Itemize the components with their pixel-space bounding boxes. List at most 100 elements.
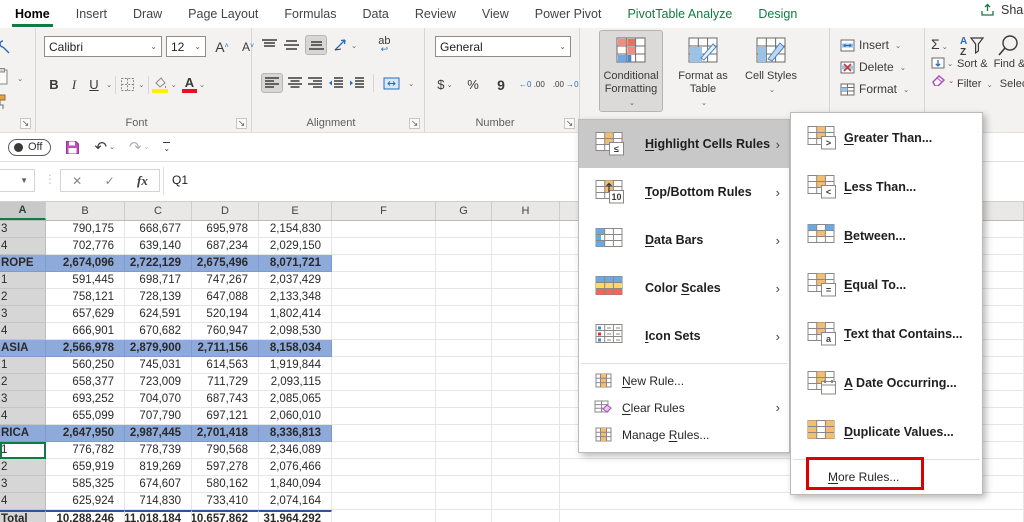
borders-chevron[interactable]: ⌄ — [138, 80, 144, 89]
empty-cell[interactable] — [492, 272, 560, 289]
empty-cell[interactable] — [332, 340, 436, 357]
data-cell[interactable]: 670,682 — [125, 323, 192, 340]
menu-item-less-than[interactable]: < Less Than... — [791, 162, 982, 211]
row-label-cell[interactable]: 2 — [0, 459, 46, 476]
data-cell[interactable]: 639,140 — [125, 238, 192, 255]
data-cell[interactable]: 687,743 — [192, 391, 259, 408]
number-format-combo[interactable]: General ⌄ — [435, 36, 571, 57]
column-header-F[interactable]: F — [332, 202, 436, 220]
empty-cell[interactable] — [332, 510, 436, 522]
data-cell[interactable]: 723,009 — [125, 374, 192, 391]
column-header-D[interactable]: D — [192, 202, 259, 220]
empty-cell[interactable] — [332, 476, 436, 493]
menu-item-equal-to[interactable]: = Equal To... — [791, 260, 982, 309]
increase-indent-icon[interactable] — [349, 77, 364, 89]
empty-cell[interactable] — [436, 476, 492, 493]
menu-item-color-scales[interactable]: Color Scales › — [579, 264, 789, 312]
clear-button[interactable]: ⌄ — [931, 74, 954, 86]
merge-center-icon[interactable] — [383, 77, 400, 90]
share-button[interactable]: Share — [980, 3, 1024, 17]
underline-chevron[interactable]: ⌄ — [106, 80, 112, 89]
row-label-cell[interactable]: 3 — [0, 391, 46, 408]
empty-cell[interactable] — [436, 255, 492, 272]
autosave-toggle[interactable]: Off — [8, 138, 52, 156]
redo-button[interactable]: ↷ ⌄ — [129, 138, 149, 156]
find-select-button[interactable]: Find & — [994, 34, 1024, 71]
data-cell[interactable]: 733,410 — [192, 493, 259, 510]
data-cell[interactable]: 698,717 — [125, 272, 192, 289]
row-label-cell[interactable]: ASIA — [0, 340, 46, 357]
data-cell[interactable]: 711,729 — [192, 374, 259, 391]
data-cell[interactable]: 8,336,813 — [259, 425, 332, 442]
empty-cell[interactable] — [436, 357, 492, 374]
data-cell[interactable]: 2,674,096 — [46, 255, 125, 272]
data-cell[interactable]: 674,607 — [125, 476, 192, 493]
data-cell[interactable]: 2,154,830 — [259, 221, 332, 238]
customize-qat-button[interactable]: ⌄ — [163, 141, 171, 153]
data-cell[interactable]: 11,018,184 — [125, 510, 192, 522]
empty-cell[interactable] — [436, 510, 492, 522]
empty-cell[interactable] — [436, 459, 492, 476]
paste-dropdown-chevron[interactable]: ⌄ — [17, 74, 23, 83]
data-cell[interactable]: 2,076,466 — [259, 459, 332, 476]
formula-input[interactable]: Q1 — [172, 173, 188, 187]
align-left-button[interactable] — [261, 73, 283, 93]
empty-cell[interactable] — [492, 289, 560, 306]
data-cell[interactable]: 2,133,348 — [259, 289, 332, 306]
tab-view[interactable]: View — [469, 0, 522, 28]
column-header-E[interactable]: E — [259, 202, 332, 220]
empty-cell[interactable] — [436, 408, 492, 425]
increase-decimal-button[interactable]: ←0 .00 — [519, 74, 545, 95]
column-header-H[interactable]: H — [492, 202, 560, 220]
empty-cell[interactable] — [332, 425, 436, 442]
data-cell[interactable]: 2,037,429 — [259, 272, 332, 289]
data-cell[interactable]: 819,269 — [125, 459, 192, 476]
italic-button[interactable]: I — [64, 74, 84, 95]
tab-formulas[interactable]: Formulas — [271, 0, 349, 28]
empty-cell[interactable] — [436, 493, 492, 510]
empty-cell[interactable] — [492, 221, 560, 238]
paste-icon[interactable] — [0, 68, 10, 86]
empty-cell[interactable] — [332, 255, 436, 272]
data-cell[interactable]: 2,722,129 — [125, 255, 192, 272]
empty-cell[interactable] — [492, 255, 560, 272]
name-box[interactable]: ▼ — [0, 169, 35, 192]
autosum-button[interactable]: Σ ⌄ — [931, 36, 954, 52]
row-label-cell[interactable]: 3 — [0, 221, 46, 238]
column-header-G[interactable]: G — [436, 202, 492, 220]
tab-data[interactable]: Data — [349, 0, 401, 28]
data-cell[interactable]: 1,919,844 — [259, 357, 332, 374]
wrap-text-button[interactable]: ab ↩ — [378, 36, 390, 54]
data-cell[interactable]: 2,098,530 — [259, 323, 332, 340]
data-cell[interactable]: 2,085,065 — [259, 391, 332, 408]
data-cell[interactable]: 790,568 — [192, 442, 259, 459]
row-label-cell[interactable]: 4 — [0, 323, 46, 340]
empty-cell[interactable] — [332, 289, 436, 306]
data-cell[interactable]: 597,278 — [192, 459, 259, 476]
menu-item-top-bottom-rules[interactable]: 10 Top/Bottom Rules › — [579, 168, 789, 216]
data-cell[interactable]: 2,566,978 — [46, 340, 125, 357]
row-label-cell[interactable]: 1 — [0, 357, 46, 374]
decrease-indent-icon[interactable] — [328, 77, 343, 89]
tab-insert[interactable]: Insert — [63, 0, 120, 28]
empty-cell[interactable] — [436, 238, 492, 255]
bold-button[interactable]: B — [44, 74, 64, 95]
data-cell[interactable]: 2,647,950 — [46, 425, 125, 442]
tab-home[interactable]: Home — [2, 0, 63, 28]
empty-cell[interactable] — [436, 340, 492, 357]
tab-page-layout[interactable]: Page Layout — [175, 0, 271, 28]
empty-cell[interactable] — [436, 391, 492, 408]
empty-cell[interactable] — [492, 391, 560, 408]
data-cell[interactable]: 702,776 — [46, 238, 125, 255]
menu-item-icon-sets[interactable]: Icon Sets › — [579, 312, 789, 360]
data-cell[interactable]: 776,782 — [46, 442, 125, 459]
align-center-icon[interactable] — [288, 77, 302, 89]
empty-cell[interactable] — [492, 425, 560, 442]
menu-item-data-bars[interactable]: Data Bars › — [579, 216, 789, 264]
insert-cells-button[interactable]: Insert ⌄ — [840, 34, 909, 56]
data-cell[interactable]: 728,139 — [125, 289, 192, 306]
tab-review[interactable]: Review — [402, 0, 469, 28]
empty-cell[interactable] — [560, 493, 1024, 510]
data-cell[interactable]: 8,071,721 — [259, 255, 332, 272]
data-cell[interactable]: 1,840,094 — [259, 476, 332, 493]
